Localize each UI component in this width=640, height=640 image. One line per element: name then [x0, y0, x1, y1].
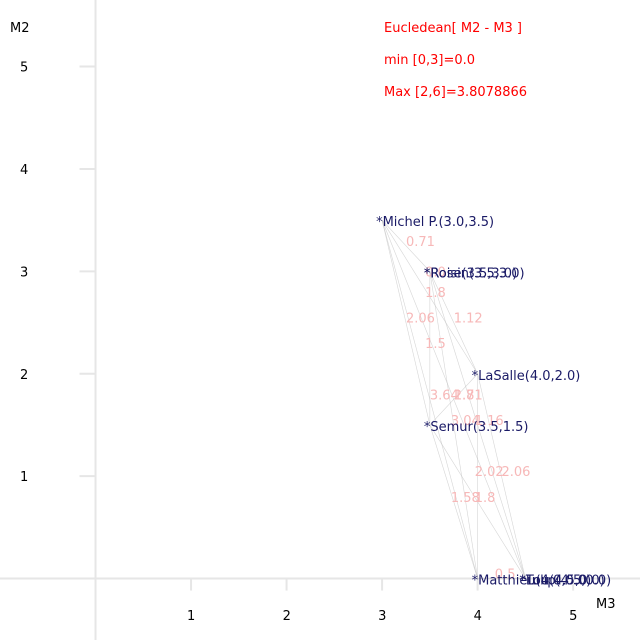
distance-label: 1.8: [454, 388, 475, 403]
point-labels: *Michel P.(3.0,3.5)*Rose(3.5,3.0)*Roisin…: [376, 215, 611, 588]
y-tick-label: 4: [20, 163, 28, 178]
point-label: *Michel P.(3.0,3.5): [376, 215, 494, 230]
x-tick-label: 3: [378, 609, 386, 624]
x-tick-label: 5: [569, 609, 577, 624]
distance-label: 2.06: [501, 465, 530, 480]
y-tick-label: 5: [20, 61, 28, 76]
y-axis-label: M2: [10, 21, 30, 36]
distance-label: 1.5: [425, 337, 446, 352]
y-tick-label: 3: [20, 265, 28, 280]
distance-label: 1.8: [475, 491, 496, 506]
y-tick-label: 1: [20, 470, 28, 485]
x-tick-label: 1: [187, 609, 195, 624]
info-title: Eucledean[ M2 - M3 ]: [384, 21, 522, 36]
x-axis-label: M3: [596, 597, 616, 612]
x-tick-label: 4: [474, 609, 482, 624]
distance-label: 0.71: [406, 235, 435, 250]
x-tick-label: 2: [283, 609, 291, 624]
point-label: *Roisin(3.5,3.0): [424, 266, 525, 281]
distance-scatter-plot: 1 2 3 4 512345 0.710.01.82.06 1.121.53.642.71…: [0, 0, 640, 640]
distance-label: 2.02: [475, 465, 504, 480]
info-min: min [0,3]=0.0: [384, 53, 475, 68]
info-max: Max [2,6]=3.8078866: [384, 85, 527, 100]
distance-labels: 0.710.01.82.06 1.121.53.642.711.83.041.16…: [406, 235, 530, 583]
y-tick-label: 2: [20, 368, 28, 383]
distance-label: 1.8: [425, 286, 446, 301]
point-label: *Semur(3.5,1.5): [424, 420, 529, 435]
distance-label: 2.06: [406, 312, 435, 327]
point-label: *Lou(4.5,0.0): [519, 574, 604, 589]
point-label: *LaSalle(4.0,2.0): [472, 369, 581, 384]
distance-label: 1.12: [454, 312, 483, 327]
axes: 1 2 3 4 5 1 2 3 4 5: [0, 0, 640, 640]
